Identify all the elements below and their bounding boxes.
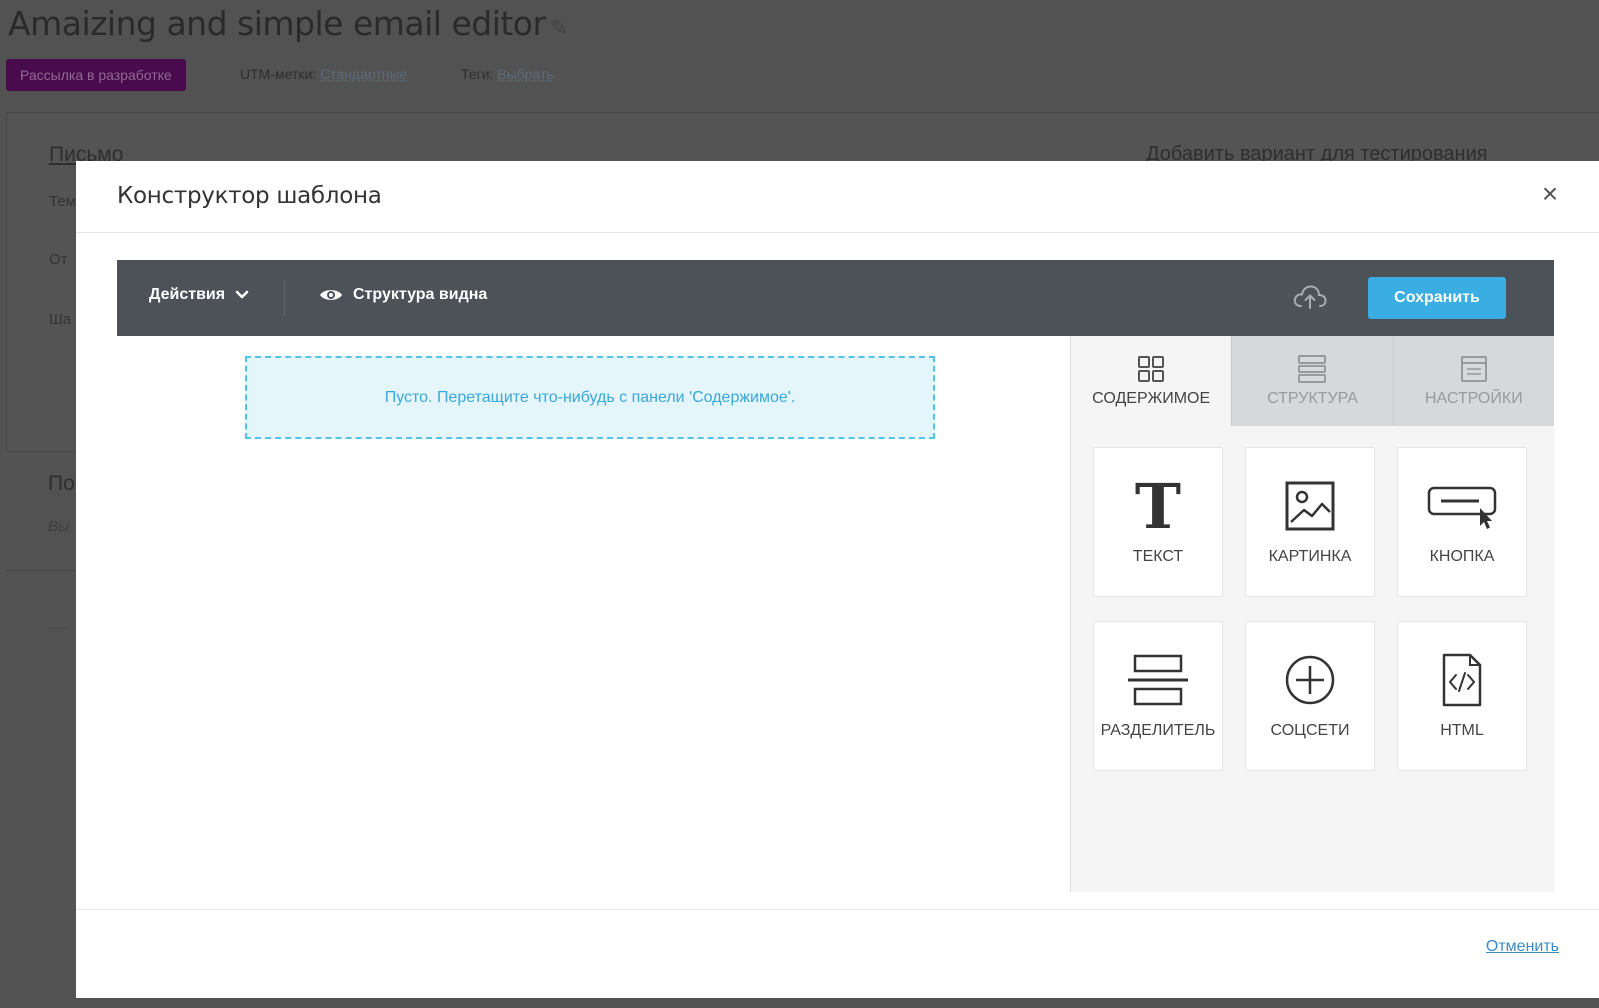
bg-divider <box>6 570 86 571</box>
block-divider[interactable]: РАЗДЕЛИТЕЛЬ <box>1093 621 1223 771</box>
button-icon <box>1427 486 1497 529</box>
actions-dropdown[interactable]: Действия <box>149 286 249 304</box>
sidepanel-tabs: СОДЕРЖИМОЕ СТРУКТУРА НАСТРОЙКИ <box>1071 336 1554 426</box>
status-badge: Рассылка в разработке <box>6 59 186 91</box>
svg-text:T: T <box>1135 478 1181 534</box>
modal-title: Конструктор шаблона <box>117 183 382 209</box>
html-code-icon <box>1442 653 1482 707</box>
modal-footer: Отменить <box>76 909 1599 998</box>
edit-pencil-icon: ✎ <box>549 16 568 41</box>
text-icon: T <box>1135 478 1181 534</box>
toolbar-separator <box>284 280 285 316</box>
save-button[interactable]: Сохранить <box>1368 277 1506 319</box>
template-builder-modal: Конструктор шаблона × Действия Структура… <box>76 161 1599 998</box>
utm-value-link: Стандартные <box>320 66 408 82</box>
chevron-down-icon <box>235 290 249 299</box>
block-html-label: HTML <box>1440 722 1484 739</box>
tags-meta: Теги: Выбрать <box>461 66 554 82</box>
image-icon <box>1285 481 1335 531</box>
block-text[interactable]: T ТЕКСТ <box>1093 447 1223 597</box>
tab-settings[interactable]: НАСТРОЙКИ <box>1393 336 1554 426</box>
block-html[interactable]: HTML <box>1397 621 1527 771</box>
cloud-upload-icon[interactable] <box>1292 282 1328 312</box>
rows-icon <box>1298 355 1327 383</box>
eye-icon <box>320 290 342 300</box>
utm-label: UTM-метки: <box>240 66 317 82</box>
tags-value-link: Выбрать <box>497 66 554 82</box>
section2-sub: Вы <box>48 518 70 535</box>
block-divider-label: РАЗДЕЛИТЕЛЬ <box>1100 722 1216 739</box>
tab-structure-label: СТРУКТУРА <box>1267 390 1358 407</box>
block-social[interactable]: СОЦСЕТИ <box>1245 621 1375 771</box>
letter-row-from: От <box>49 251 68 268</box>
cancel-link[interactable]: Отменить <box>1486 938 1559 956</box>
tab-settings-label: НАСТРОЙКИ <box>1424 390 1523 407</box>
close-icon[interactable]: × <box>1537 180 1563 208</box>
tab-content[interactable]: СОДЕРЖИМОЕ <box>1071 336 1233 426</box>
settings-doc-icon <box>1460 356 1487 382</box>
divider-icon <box>1128 654 1188 706</box>
block-image-label: КАРТИНКА <box>1268 548 1352 565</box>
block-social-label: СОЦСЕТИ <box>1270 722 1350 739</box>
email-canvas[interactable]: Пусто. Перетащите что-нибудь с панели 'С… <box>117 336 1070 896</box>
letter-row-template: Ша <box>49 311 72 328</box>
content-blocks-grid: T ТЕКСТ КАРТИНКА КНОПКА РАЗДЕЛИТЕЛЬ СОЦС… <box>1093 447 1527 771</box>
empty-dropzone[interactable]: Пусто. Перетащите что-нибудь с панели 'С… <box>245 356 935 439</box>
section2-heading: По <box>48 472 75 495</box>
structure-visibility-toggle[interactable]: Структура видна <box>319 286 487 304</box>
block-button-label: КНОПКА <box>1429 548 1495 565</box>
actions-label: Действия <box>149 286 226 303</box>
structure-label: Структура видна <box>353 286 488 303</box>
dropzone-hint: Пусто. Перетащите что-нибудь с панели 'С… <box>384 388 796 406</box>
blocks-sidepanel: СОДЕРЖИМОЕ СТРУКТУРА НАСТРОЙКИ T ТЕКСТ К… <box>1070 336 1554 892</box>
grid-icon <box>1138 356 1165 382</box>
block-image[interactable]: КАРТИНКА <box>1245 447 1375 597</box>
bg-divider-2 <box>48 628 68 629</box>
page-title: Amaizing and simple email editor ✎ <box>8 4 568 43</box>
tab-content-label: СОДЕРЖИМОЕ <box>1092 390 1211 407</box>
tags-label: Теги: <box>461 66 494 82</box>
modal-header: Конструктор шаблона × <box>76 161 1599 233</box>
social-plus-icon <box>1285 655 1335 705</box>
block-text-label: ТЕКСТ <box>1132 548 1184 565</box>
utm-meta: UTM-метки: Стандартные <box>240 66 407 82</box>
tab-structure[interactable]: СТРУКТУРА <box>1232 336 1394 426</box>
block-button[interactable]: КНОПКА <box>1397 447 1527 597</box>
editor-toolbar: Действия Структура видна Сохранить <box>117 260 1554 336</box>
